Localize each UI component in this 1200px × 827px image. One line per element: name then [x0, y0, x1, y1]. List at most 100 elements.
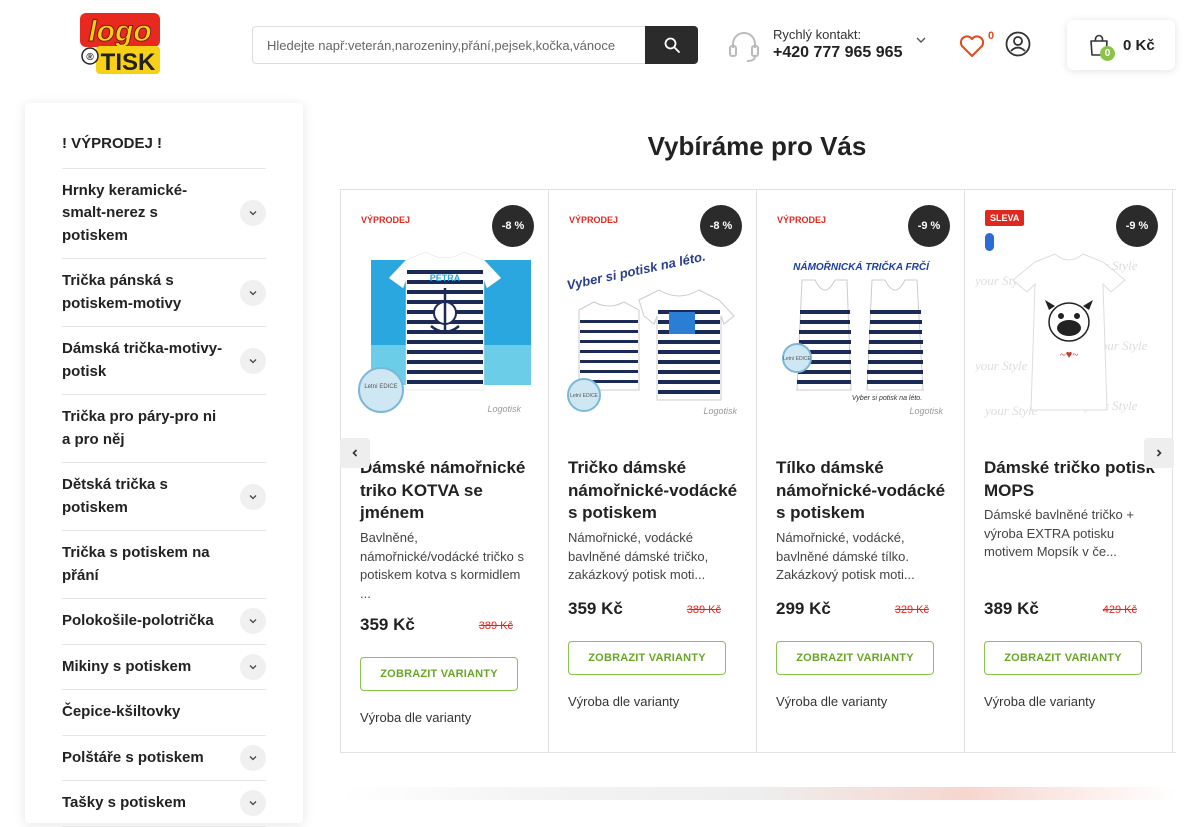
logo-bottom-text: TISK	[101, 49, 156, 76]
sidebar-item-tricka-pary[interactable]: Trička pro páry-pro ni a pro něj	[62, 395, 266, 463]
quick-contact[interactable]: Rychlý kontakt: +420 777 965 965	[725, 24, 935, 68]
product-image[interactable]: your Style your Style your Style your St…	[975, 240, 1163, 420]
svg-text:NÁMOŘNICKÁ TRIČKA FRČÍ: NÁMOŘNICKÁ TRIČKA FRČÍ	[793, 260, 931, 273]
headset-icon	[729, 32, 759, 62]
svg-text:®: ®	[86, 52, 94, 63]
chevron-down-icon	[916, 37, 926, 43]
sidebar-item-label: Dámská trička-motivy-potisk	[62, 340, 223, 380]
cart-count-badge: 0	[1100, 46, 1115, 61]
svg-text:Letní EDICE: Letní EDICE	[570, 393, 598, 399]
chevron-down-icon[interactable]	[240, 279, 266, 306]
sidebar-item-label: Mikiny s potiskem	[62, 657, 192, 675]
svg-text:Logotisk: Logotisk	[703, 406, 737, 416]
cart-total: 0 Kč	[1123, 37, 1155, 54]
production-note: Výroba dle varianty	[984, 694, 1096, 709]
production-note: Výroba dle varianty	[360, 710, 472, 725]
user-icon	[1005, 31, 1031, 57]
sale-badge: VÝPRODEJ	[777, 215, 827, 225]
product-title[interactable]: Tričko dámské námořnické-vodácké s potis…	[568, 457, 743, 525]
product-description: Námořnické, vodácké bavlněné dámské trič…	[568, 530, 709, 582]
sidebar-item-label: Trička s potiskem na přání	[62, 544, 210, 584]
chevron-down-icon[interactable]	[240, 608, 266, 635]
product-description: Námořnické, vodácké, bavlněné dámské tíl…	[776, 530, 915, 582]
product-card[interactable]: SLEVA -9 % your Style your Style your St…	[965, 190, 1173, 752]
sidebar-item-label: Tašky s potiskem	[62, 794, 186, 811]
sidebar-item-tricka-na-prani[interactable]: Trička s potiskem na přání	[62, 531, 266, 599]
svg-text:Letní EDICE: Letní EDICE	[783, 356, 811, 362]
product-old-price: 389 Kč	[686, 604, 721, 616]
carousel-next-button[interactable]	[1144, 438, 1174, 468]
svg-text:Logotisk: Logotisk	[909, 406, 943, 416]
product-card[interactable]: VÝPRODEJ -9 % NÁMOŘNICKÁ TRIČKA FRČÍ Let…	[757, 190, 965, 752]
sidebar-item-label: Trička pro páry-pro ni a pro něj	[62, 408, 217, 448]
product-title[interactable]: Dámské námořnické triko KOTVA se jménem	[360, 457, 535, 525]
chevron-down-icon[interactable]	[240, 347, 266, 374]
sidebar-item-label: Polokošile-polotrička	[62, 612, 214, 629]
show-variants-button[interactable]: ZOBRAZIT VARIANTY	[360, 657, 518, 691]
sidebar-item-polokosile[interactable]: Polokošile-polotrička	[62, 599, 266, 645]
product-image[interactable]: PETRA Letní EDICE Logotisk	[351, 240, 539, 420]
wishlist-button[interactable]: 0	[958, 30, 994, 62]
sidebar-item-label: Polštáře s potiskem	[62, 748, 204, 766]
svg-text:Vyber si potisk na léto.: Vyber si potisk na léto.	[852, 395, 922, 402]
promo-banner[interactable]	[340, 787, 1176, 800]
chevron-down-icon[interactable]	[240, 200, 266, 227]
svg-text:Logotisk: Logotisk	[487, 404, 521, 414]
production-note: Výroba dle varianty	[776, 694, 888, 709]
sidebar-item-hrnky[interactable]: Hrnky keramické-smalt-nerez s potiskem	[62, 169, 266, 259]
product-price: 299 Kč	[776, 599, 831, 618]
sidebar-item-polstare[interactable]: Polštáře s potiskem	[62, 736, 266, 781]
search-icon	[664, 37, 680, 53]
svg-text:your Style: your Style	[975, 358, 1028, 373]
logo-top-text: logo	[88, 15, 151, 48]
show-variants-button[interactable]: ZOBRAZIT VARIANTY	[776, 641, 934, 675]
site-logo[interactable]: logo ® TISK	[78, 10, 164, 76]
sidebar-item-detska-tricka[interactable]: Dětská trička s potiskem	[62, 463, 266, 531]
product-carousel: VÝPRODEJ -8 % PETRA Letní EDICE Logotisk…	[340, 189, 1176, 753]
sidebar-item-tasky[interactable]: Tašky s potiskem	[62, 781, 266, 827]
search-input[interactable]	[252, 26, 646, 64]
account-button[interactable]	[1005, 31, 1031, 57]
product-image[interactable]: NÁMOŘNICKÁ TRIČKA FRČÍ Letní EDICE Vyber…	[767, 240, 955, 420]
sale-badge: VÝPRODEJ	[361, 215, 411, 225]
category-sidebar: ! VÝPRODEJ ! Hrnky keramické-smalt-nerez…	[25, 103, 303, 827]
show-variants-button[interactable]: ZOBRAZIT VARIANTY	[568, 641, 726, 675]
search-bar	[252, 26, 698, 64]
sale-badge: SLEVA	[985, 210, 1025, 226]
product-card[interactable]: VÝPRODEJ -8 % PETRA Letní EDICE Logotisk…	[341, 190, 549, 752]
contact-label: Rychlý kontakt:	[773, 27, 862, 42]
svg-text:~♥~: ~♥~	[1060, 349, 1078, 361]
sidebar-item-tricka-panska[interactable]: Trička pánská s potiskem-motivy	[62, 259, 266, 327]
chevron-down-icon[interactable]	[240, 790, 266, 817]
svg-text:Letní EDICE: Letní EDICE	[364, 384, 397, 390]
sale-badge: VÝPRODEJ	[569, 215, 619, 225]
chevron-right-icon	[1156, 449, 1162, 457]
product-title[interactable]: Dámské tričko potisk MOPS	[984, 457, 1159, 502]
svg-text:PETRA: PETRA	[430, 273, 461, 283]
product-image[interactable]: Vyber si potisk na léto. Letní EDICE Log…	[559, 240, 747, 420]
contact-phone[interactable]: +420 777 965 965	[773, 44, 902, 62]
sidebar-item-mikiny[interactable]: Mikiny s potiskem	[62, 645, 266, 690]
product-old-price: 329 Kč	[894, 604, 929, 616]
svg-text:your Style: your Style	[983, 403, 1038, 418]
show-variants-button[interactable]: ZOBRAZIT VARIANTY	[984, 641, 1142, 675]
site-header: logo ® TISK Rychlý kontakt: +420 777 965…	[0, 0, 1200, 90]
carousel-prev-button[interactable]	[340, 438, 370, 468]
product-old-price: 429 Kč	[1102, 604, 1137, 616]
svg-text:Vyber si potisk na léto.: Vyber si potisk na léto.	[565, 249, 706, 293]
sidebar-item-damska-tricka[interactable]: Dámská trička-motivy-potisk	[62, 327, 266, 395]
wishlist-count: 0	[988, 30, 995, 42]
sidebar-item-vyprodej[interactable]: ! VÝPRODEJ !	[62, 103, 266, 169]
product-title[interactable]: Tílko dámské námořnické-vodácké s potisk…	[776, 457, 951, 525]
sidebar-item-label: Hrnky keramické-smalt-nerez s potiskem	[62, 181, 188, 244]
cart-button[interactable]: 0 0 Kč	[1067, 20, 1175, 70]
production-note: Výroba dle varianty	[568, 694, 680, 709]
product-old-price: 389 Kč	[478, 620, 513, 632]
search-button[interactable]	[645, 26, 698, 64]
chevron-down-icon[interactable]	[240, 483, 266, 510]
chevron-down-icon[interactable]	[240, 744, 266, 771]
sidebar-item-cepice[interactable]: Čepice-kšiltovky	[62, 690, 266, 736]
chevron-down-icon[interactable]	[240, 653, 266, 680]
sidebar-item-label: ! VÝPRODEJ !	[62, 135, 163, 152]
product-card[interactable]: VÝPRODEJ -8 % Vyber si potisk na léto. L…	[549, 190, 757, 752]
